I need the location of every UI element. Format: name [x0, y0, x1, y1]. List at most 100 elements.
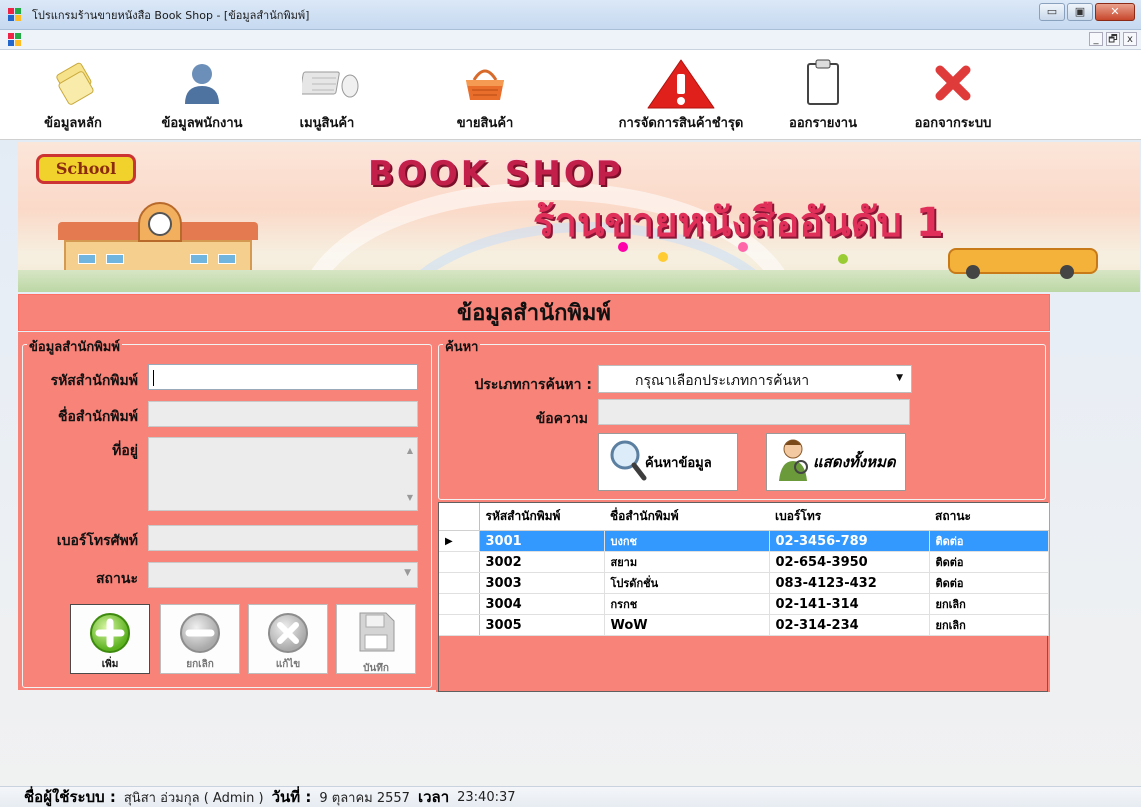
address-textarea[interactable]: ▲ ▼: [148, 437, 418, 511]
column-header-status[interactable]: สถานะ: [929, 503, 1049, 531]
grid-header-row: รหัสสำนักพิมพ์ ชื่อสำนักพิมพ์ เบอร์โทร ส…: [439, 503, 1049, 531]
publisher-form-panel: ข้อมูลสำนักพิมพ์ รหัสสำนักพิมพ์ ชื่อสำนั…: [18, 332, 436, 690]
maximize-button[interactable]: ▣: [1067, 3, 1093, 21]
row-selector[interactable]: [439, 614, 480, 636]
search-button[interactable]: ค้นหาข้อมูล: [598, 433, 738, 491]
cell-status[interactable]: ติดต่อ: [929, 572, 1049, 594]
publisher-name-input[interactable]: [148, 401, 418, 427]
banner-title: BOOK SHOP: [368, 154, 624, 194]
close-button[interactable]: ✕: [1095, 3, 1135, 21]
person-search-icon: [773, 437, 813, 487]
cell-phone[interactable]: 02-3456-789: [769, 530, 930, 552]
section-title: ข้อมูลสำนักพิมพ์: [18, 294, 1050, 331]
user-icon: [177, 58, 227, 108]
status-label: สถานะ: [96, 571, 138, 587]
grid-corner-header: [439, 503, 480, 531]
chevron-down-icon: ▼: [404, 568, 411, 578]
child-close-button[interactable]: x: [1123, 32, 1137, 46]
cell-publisher-id[interactable]: 3001: [479, 530, 605, 552]
cell-phone[interactable]: 02-654-3950: [769, 551, 930, 573]
cell-phone[interactable]: 02-314-234: [769, 614, 930, 636]
publisher-id-input[interactable]: [148, 364, 418, 390]
cancel-button[interactable]: ยกเลิก: [160, 604, 240, 674]
toolbar-item-master-data[interactable]: ข้อมูลหลัก: [28, 52, 118, 138]
title-bar: โปรแกรมร้านขายหนังสือ Book Shop - [ข้อมู…: [0, 0, 1141, 30]
table-row[interactable]: 3002 สยาม 02-654-3950 ติดต่อ: [439, 551, 1049, 573]
time-value: 23:40:37: [457, 789, 516, 805]
table-row[interactable]: ▶ 3001 บงกช 02-3456-789 ติดต่อ: [439, 530, 1049, 552]
row-selector[interactable]: [439, 572, 480, 594]
date-label: วันที่ :: [271, 788, 312, 806]
cell-publisher-name[interactable]: โปรดักชั่น: [604, 572, 770, 594]
scroll-down-icon[interactable]: ▼: [407, 493, 413, 502]
search-type-label: ประเภทการค้นหา :: [474, 377, 592, 393]
toolbar-item-damaged-goods[interactable]: การจัดการสินค้าชำรุด: [596, 52, 766, 138]
banner-image: School BOOK SHOP ร้านขายหนังสืออันดับ 1: [18, 142, 1140, 292]
delete-x-icon: [268, 613, 308, 653]
school-sign: School: [36, 154, 136, 184]
cell-status[interactable]: ติดต่อ: [929, 551, 1049, 573]
status-select[interactable]: ▼: [148, 562, 418, 588]
toolbar-item-product-menu[interactable]: เมนูสินค้า: [282, 52, 372, 138]
date-value: 9 ตุลาคม 2557: [319, 790, 410, 806]
save-button[interactable]: บันทึก: [336, 604, 416, 674]
child-minimize-button[interactable]: _: [1089, 32, 1103, 46]
column-header-phone[interactable]: เบอร์โทร: [769, 503, 929, 531]
main-toolbar: ข้อมูลหลัก ข้อมูลพนักงาน เมนูสินค้า ขายส…: [0, 50, 1141, 140]
search-type-select[interactable]: กรุณาเลือกประเภทการค้นหา ▼: [598, 365, 912, 393]
child-window-icon[interactable]: [8, 33, 21, 46]
column-header-publisher-id[interactable]: รหัสสำนักพิมพ์: [479, 503, 604, 531]
search-text-input[interactable]: [598, 399, 910, 425]
table-row[interactable]: 3003 โปรดักชั่น 083-4123-432 ติดต่อ: [439, 572, 1049, 594]
keyboard-mouse-icon: [299, 58, 359, 108]
table-row[interactable]: 3005 WoW 02-314-234 ยกเลิก: [439, 614, 1049, 636]
floppy-disk-icon: [356, 611, 396, 657]
mdi-menu-strip: _ 🗗 x: [0, 30, 1141, 50]
publisher-data-grid[interactable]: รหัสสำนักพิมพ์ ชื่อสำนักพิมพ์ เบอร์โทร ส…: [438, 502, 1049, 692]
warning-icon: [646, 58, 716, 109]
cell-phone[interactable]: 083-4123-432: [769, 572, 930, 594]
child-restore-button[interactable]: 🗗: [1106, 32, 1120, 46]
toolbar-item-sell[interactable]: ขายสินค้า: [440, 52, 530, 138]
cell-publisher-id[interactable]: 3005: [479, 614, 605, 636]
row-selector-icon[interactable]: ▶: [439, 530, 480, 552]
time-label: เวลา: [417, 788, 450, 806]
user-value: สุนิสา อ่วมกุล ( Admin ): [123, 790, 264, 806]
bus-illustration: [948, 248, 1098, 279]
cell-publisher-name[interactable]: บงกช: [604, 530, 770, 552]
table-row[interactable]: 3004 กรกช 02-141-314 ยกเลิก: [439, 593, 1049, 615]
search-legend: ค้นหา: [443, 336, 481, 357]
toolbar-item-reports[interactable]: ออกรายงาน: [778, 52, 868, 138]
app-icon: [8, 7, 22, 22]
column-header-publisher-name[interactable]: ชื่อสำนักพิมพ์: [604, 503, 769, 531]
cell-publisher-id[interactable]: 3004: [479, 593, 605, 615]
minimize-button[interactable]: ▭: [1039, 3, 1065, 21]
window-title: โปรแกรมร้านขายหนังสือ Book Shop - [ข้อมู…: [32, 8, 310, 22]
cell-publisher-name[interactable]: กรกช: [604, 593, 770, 615]
show-all-button[interactable]: แสดงทั้งหมด: [766, 433, 906, 491]
row-selector[interactable]: [439, 593, 480, 615]
cell-publisher-name[interactable]: WoW: [604, 614, 770, 636]
toolbar-item-logout[interactable]: ออกจากระบบ: [898, 52, 1008, 138]
cell-phone[interactable]: 02-141-314: [769, 593, 930, 615]
cell-publisher-name[interactable]: สยาม: [604, 551, 770, 573]
minus-icon: [180, 613, 220, 653]
cell-status[interactable]: ติดต่อ: [929, 530, 1049, 552]
magnifier-icon: [607, 438, 647, 486]
add-button[interactable]: เพิ่ม: [70, 604, 150, 674]
status-bar: ชื่อผู้ใช้ระบบ : สุนิสา อ่วมกุล ( Admin …: [0, 786, 1141, 807]
phone-input[interactable]: [148, 525, 418, 551]
cell-status[interactable]: ยกเลิก: [929, 614, 1049, 636]
edit-button[interactable]: แก้ไข: [248, 604, 328, 674]
cell-status[interactable]: ยกเลิก: [929, 593, 1049, 615]
basket-icon: [460, 58, 510, 108]
scroll-up-icon[interactable]: ▲: [407, 446, 413, 455]
plus-icon: [90, 613, 130, 653]
exit-icon: [928, 58, 978, 108]
search-text-label: ข้อความ: [535, 411, 588, 427]
cell-publisher-id[interactable]: 3002: [479, 551, 605, 573]
cell-publisher-id[interactable]: 3003: [479, 572, 605, 594]
toolbar-item-employee-data[interactable]: ข้อมูลพนักงาน: [142, 52, 262, 138]
chevron-down-icon: ▼: [896, 373, 903, 383]
row-selector[interactable]: [439, 551, 480, 573]
